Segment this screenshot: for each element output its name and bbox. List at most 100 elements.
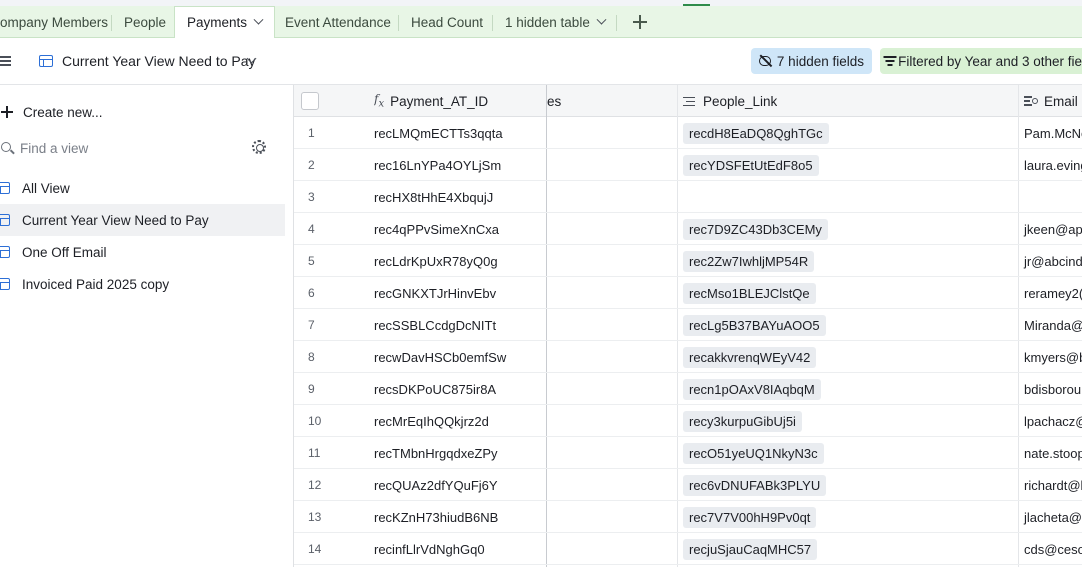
email-cell: reramey2( [1024,285,1082,301]
people-link-chip[interactable]: rec6vDNUFABk3PLYU [683,475,827,496]
payment-id-cell: recLdrKpUxR78yQ0g [374,253,498,269]
email-cell: laura.eving [1024,157,1082,173]
people-link-chip[interactable]: recMso1BLEJClstQe [683,283,816,304]
chevron-down-icon [596,14,607,25]
email-cell: lpachacz@ [1024,413,1082,429]
table-row[interactable]: 14 recinfLlrVdNghGq0 recjuSjauCaqMHC57 cds@… [294,533,1082,565]
grid-view-icon [0,182,10,194]
people-link-chip[interactable]: recdH8EaDQ8QghTGc [683,123,829,144]
people-link-chip[interactable]: recO51yeUQ1NkyN3c [683,443,824,464]
tab-company-members[interactable]: ompany Members [0,6,108,38]
table-row[interactable]: 3 recHX8tHhE4XbqujJ [294,181,1082,213]
email-cell: jkeen@ap [1024,221,1082,237]
filter-icon [883,56,897,66]
hidden-fields-button[interactable]: 7 hidden fields [751,48,872,74]
table-row[interactable]: 4 rec4qPPvSimeXnCxa rec7D9ZC43Db3CEMy jkeen… [294,213,1082,245]
sidebar-item-one-off-email[interactable]: One Off Email [0,236,285,268]
email-cell: nate.stoop [1024,445,1082,461]
table-row[interactable]: 7 recSSBLCcdgDcNITt recLg5B37BAYuAOO5 Miran… [294,309,1082,341]
payment-id-cell: recSSBLCcdgDcNITt [374,317,497,333]
tab-label: People [124,14,167,30]
add-table-plus-icon[interactable] [631,13,649,31]
row-number: 12 [308,478,322,492]
table-row[interactable]: 13 recKZnH73hiudB6NB rec7V7V00hH9Pv0qt jlac… [294,501,1082,533]
tab-divider [398,15,399,31]
row-number: 9 [308,382,315,396]
table-row[interactable]: 12 recQUAz2dfYQuFj6Y rec6vDNUFABk3PLYU rich… [294,469,1082,501]
payment-id-cell: recQUAz2dfYQuFj6Y [374,477,498,493]
current-view-name[interactable]: Current Year View Need to Pay [62,53,256,69]
row-number: 4 [308,222,315,236]
column-header-email[interactable]: Email ( [1024,85,1082,117]
people-link-chip[interactable]: recakkvrenqWEyV42 [683,347,817,368]
people-link-chip[interactable]: rec7D9ZC43Db3CEMy [683,219,828,240]
column-header-partial[interactable]: es [547,85,677,117]
filter-label: Filtered by Year and 3 other fie [898,53,1082,69]
table-row[interactable]: 9 recsDKPoUC875ir8A recn1pOAxV8IAqbqM bdisb… [294,373,1082,405]
view-item-label: Current Year View Need to Pay [22,212,209,228]
row-number: 2 [308,158,315,172]
payment-id-cell: recGNKXTJrHinvEbv [374,285,497,301]
people-link-chip[interactable]: recn1pOAxV8IAqbqM [683,379,821,400]
payment-id-cell: rec4qPPvSimeXnCxa [374,221,499,237]
gear-icon[interactable] [252,140,266,154]
people-link-chip[interactable]: rec2Zw7IwhljMP54R [683,251,815,272]
table-row[interactable]: 8 recwDavHSCb0emfSw recakkvrenqWEyV42 kmyer… [294,341,1082,373]
grid-view-icon [0,246,10,258]
hidden-fields-label: 7 hidden fields [776,53,864,69]
row-number: 5 [308,254,315,268]
records-grid: fx Payment_AT_ID es People_Link Email ( … [293,85,1082,567]
linked-record-icon [683,96,695,106]
payment-id-cell: recsDKPoUC875ir8A [374,381,497,397]
find-view-input[interactable] [20,139,240,157]
menu-icon[interactable] [0,55,11,67]
table-row[interactable]: 1 recLMQmECTTs3qqta recdH8EaDQ8QghTGc Pam.M… [294,117,1082,149]
people-link-chip[interactable]: rec7V7V00hH9Pv0qt [683,507,817,528]
email-cell: cds@ceso [1024,541,1082,557]
people-link-chip[interactable]: recy3kurpuGibUj5i [683,411,802,432]
email-cell: Miranda@ [1024,317,1082,333]
sidebar-item-current-year-view[interactable]: Current Year View Need to Pay [0,204,285,236]
payment-id-cell: recTMbnHrgqdxeZPy [374,445,498,461]
tab-divider [616,15,617,31]
sidebar-item-all-view[interactable]: All View [0,172,285,204]
payment-id-cell: recLMQmECTTs3qqta [374,125,503,141]
email-cell: kmyers@b [1024,349,1082,365]
row-number: 10 [308,414,322,428]
grid-view-icon [0,278,10,290]
tab-people[interactable]: People [124,6,166,38]
grid-view-icon [0,214,10,226]
tab-label: Payments [187,15,248,30]
tab-label: 1 hidden table [505,14,590,30]
table-row[interactable]: 2 rec16LnYPa4OYLjSm recYDSFEtUtEdF8o5 laura… [294,149,1082,181]
lookup-icon [1024,96,1038,106]
row-number: 7 [308,318,315,332]
chevron-down-icon[interactable] [253,14,264,25]
column-header-payment-at-id[interactable]: fx Payment_AT_ID [374,85,488,117]
tab-head-count[interactable]: Head Count [411,6,483,38]
email-cell: jr@abcind [1024,253,1082,269]
table-row[interactable]: 11 recTMbnHrgqdxeZPy recO51yeUQ1NkyN3c nate… [294,437,1082,469]
table-row[interactable]: 6 recGNKXTJrHinvEbv recMso1BLEJClstQe reram… [294,277,1082,309]
table-row[interactable]: 5 recLdrKpUxR78yQ0g rec2Zw7IwhljMP54R jr@ab… [294,245,1082,277]
hidden-tables-dropdown[interactable]: 1 hidden table [505,6,607,38]
email-cell: jlacheta@l [1024,509,1082,525]
tab-divider [111,15,112,31]
filter-button[interactable]: Filtered by Year and 3 other fie [880,48,1082,74]
tab-payments[interactable]: Payments [174,6,276,39]
create-new-view-button[interactable]: Create new... [0,102,285,122]
sidebar-item-invoiced-paid-2025-copy[interactable]: Invoiced Paid 2025 copy [0,268,285,300]
grid-view-icon [39,55,53,67]
grid-header-row: fx Payment_AT_ID es People_Link Email ( [294,85,1082,117]
create-new-label: Create new... [23,104,103,120]
people-link-chip[interactable]: recYDSFEtUtEdF8o5 [683,155,819,176]
people-link-chip[interactable]: recjuSjauCaqMHC57 [683,539,818,560]
tab-event-attendance[interactable]: Event Attendance [285,6,391,38]
tab-divider [492,15,493,31]
row-number: 11 [308,446,321,460]
select-all-checkbox[interactable] [301,92,319,110]
column-header-people-link[interactable]: People_Link [683,85,777,117]
email-cell: Pam.McNe [1024,125,1082,141]
people-link-chip[interactable]: recLg5B37BAYuAOO5 [683,315,826,336]
table-row[interactable]: 10 recMrEqIhQQkjrz2d recy3kurpuGibUj5i lpac… [294,405,1082,437]
